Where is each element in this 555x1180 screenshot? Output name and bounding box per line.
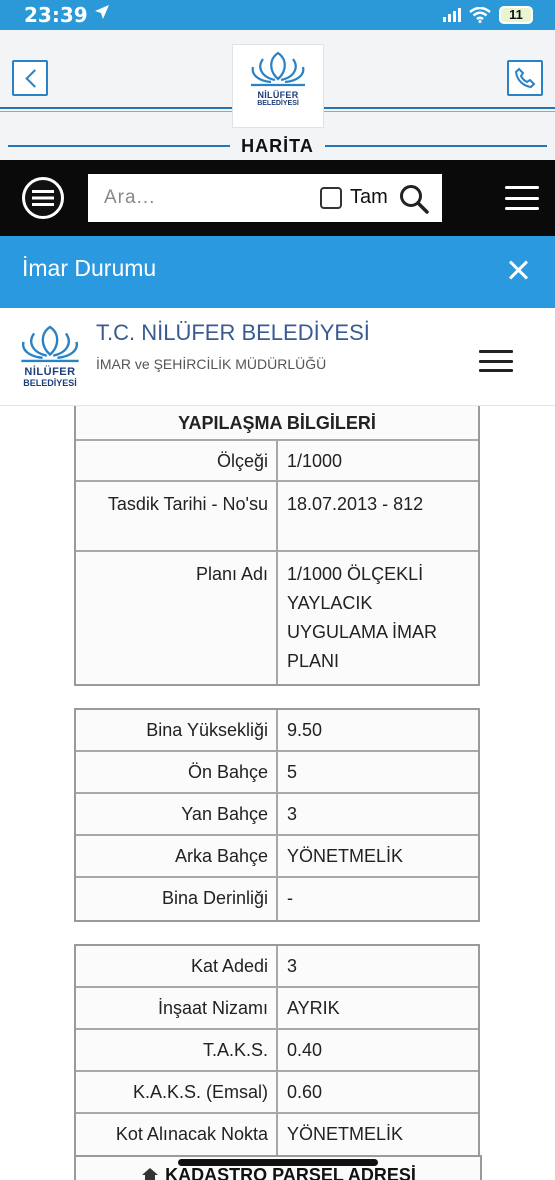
map-toolbar: Tam: [0, 160, 555, 236]
modal-header: İmar Durumu: [0, 236, 555, 308]
row-label: Kat Adedi: [76, 946, 278, 988]
row-label: Tasdik Tarihi - No'su: [76, 482, 278, 552]
wifi-icon: [469, 7, 491, 23]
row-label: Ölçeği: [76, 441, 278, 482]
row-label: T.A.K.S.: [76, 1030, 278, 1072]
app-header: NİLÜFER BELEDİYESİ HARİTA: [0, 30, 555, 160]
home-indicator[interactable]: [178, 1159, 378, 1166]
table-row: Ölçeği 1/1000: [76, 441, 478, 482]
cellular-signal-icon: [443, 8, 461, 22]
table-row: Ön Bahçe 5: [76, 752, 478, 794]
density-table: Kat Adedi 3 İnşaat Nizamı AYRIK T.A.K.S.…: [74, 944, 480, 1158]
table-row: Yan Bahçe 3: [76, 794, 478, 836]
status-time: 23:39: [24, 3, 88, 27]
battery-indicator: 11: [499, 6, 533, 24]
search-input[interactable]: [104, 184, 304, 212]
row-label: Bina Derinliği: [76, 878, 278, 920]
call-button[interactable]: [507, 60, 543, 96]
row-value: YÖNETMELİK: [278, 1114, 478, 1156]
nilufer-logo[interactable]: NİLÜFER BELEDİYESİ: [232, 44, 324, 128]
lotus-emblem-icon: [251, 51, 305, 87]
home-icon: [142, 1168, 159, 1180]
table-row: T.A.K.S. 0.40: [76, 1030, 478, 1072]
row-label: Planı Adı: [76, 552, 278, 684]
municipality-logo: NİLÜFER BELEDİYESİ: [14, 322, 86, 402]
municipality-title: T.C. NİLÜFER BELEDİYESİ: [96, 320, 370, 345]
table-row: Planı Adı 1/1000 ÖLÇEKLİ YAYLACIK UYGULA…: [76, 552, 478, 684]
row-label: K.A.K.S. (Emsal): [76, 1072, 278, 1114]
back-button[interactable]: [12, 60, 48, 96]
row-label: Arka Bahçe: [76, 836, 278, 878]
exact-match-label: Tam: [350, 186, 388, 208]
phone-icon: [514, 67, 536, 89]
zoning-info: YAPILAŞMA BİLGİLERİ Ölçeği 1/1000 Tasdik…: [74, 406, 482, 1180]
row-value: 18.07.2013 - 812: [278, 482, 478, 552]
table-row: Kat Adedi 3: [76, 946, 478, 988]
table-row: Kot Alınacak Nokta YÖNETMELİK: [76, 1114, 478, 1156]
search-icon[interactable]: [398, 183, 430, 215]
exact-match-checkbox[interactable]: [320, 187, 342, 209]
search-box: Tam: [88, 174, 442, 222]
municipality-subtitle: İMAR ve ŞEHİRCİLİK MÜDÜRLÜĞÜ: [96, 356, 327, 372]
close-icon[interactable]: [505, 258, 531, 284]
map-title-row: HARİTA: [0, 134, 555, 158]
status-bar: 23:39 11: [0, 0, 555, 30]
row-label: Kot Alınacak Nokta: [76, 1114, 278, 1156]
row-value: 0.40: [278, 1030, 478, 1072]
setback-table: Bina Yüksekliği 9.50 Ön Bahçe 5 Yan Bahç…: [74, 708, 480, 922]
main-menu-button[interactable]: [505, 186, 539, 210]
table-row: Bina Yüksekliği 9.50: [76, 710, 478, 752]
logo-subname: BELEDİYESİ: [257, 100, 299, 107]
cadastral-heading: KADASTRO PARSEL ADRESİ: [165, 1165, 416, 1180]
table-row: İnşaat Nizamı AYRIK: [76, 988, 478, 1030]
row-value: 3: [278, 946, 478, 988]
modal-title: İmar Durumu: [22, 255, 157, 281]
layers-icon: [32, 190, 54, 206]
municipality-logo-subname: BELEDİYESİ: [23, 378, 77, 388]
row-value: YÖNETMELİK: [278, 836, 478, 878]
row-value: -: [278, 878, 478, 920]
row-value: 9.50: [278, 710, 478, 752]
row-value: AYRIK: [278, 988, 478, 1030]
logo-name: NİLÜFER: [257, 90, 299, 100]
table-row: Tasdik Tarihi - No'su 18.07.2013 - 812: [76, 482, 478, 552]
lotus-emblem-icon: [21, 325, 79, 363]
layers-button[interactable]: [22, 177, 64, 219]
row-value: 3: [278, 794, 478, 836]
location-arrow-icon: [94, 4, 110, 25]
municipality-logo-name: NİLÜFER: [24, 366, 76, 378]
row-value: 5: [278, 752, 478, 794]
section-heading: YAPILAŞMA BİLGİLERİ: [76, 406, 478, 441]
row-value: 1/1000: [278, 441, 478, 482]
row-value: 1/1000 ÖLÇEKLİ YAYLACIK UYGULAMA İMAR PL…: [278, 552, 478, 684]
status-icons: 11: [443, 4, 533, 26]
row-label: Yan Bahçe: [76, 794, 278, 836]
building-info-table: YAPILAŞMA BİLGİLERİ Ölçeği 1/1000 Tasdik…: [74, 406, 480, 686]
table-row: Bina Derinliği -: [76, 878, 478, 920]
row-value: 0.60: [278, 1072, 478, 1114]
map-title: HARİTA: [235, 136, 320, 156]
row-label: İnşaat Nizamı: [76, 988, 278, 1030]
municipality-banner: NİLÜFER BELEDİYESİ T.C. NİLÜFER BELEDİYE…: [0, 308, 555, 406]
row-label: Bina Yüksekliği: [76, 710, 278, 752]
table-row: K.A.K.S. (Emsal) 0.60: [76, 1072, 478, 1114]
row-label: Ön Bahçe: [76, 752, 278, 794]
municipality-menu-button[interactable]: [479, 350, 513, 372]
table-row: Arka Bahçe YÖNETMELİK: [76, 836, 478, 878]
